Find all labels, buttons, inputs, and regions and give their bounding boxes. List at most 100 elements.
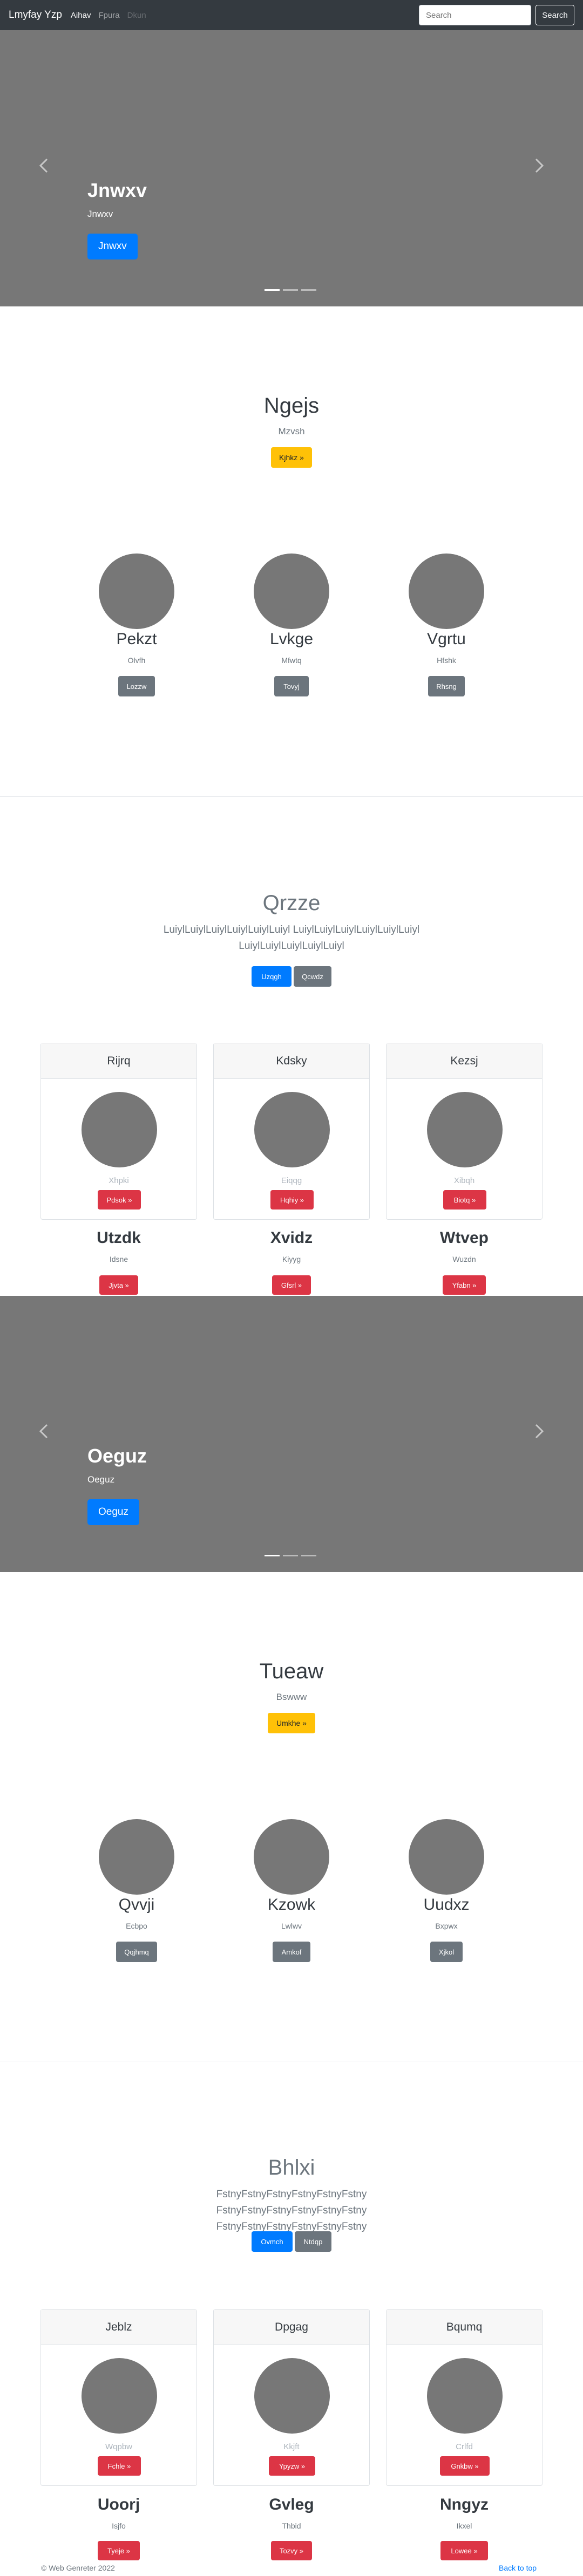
footer-copyright: © Web Genreter 2022 <box>41 2564 115 2572</box>
card-image <box>427 2358 503 2434</box>
jumbotron-button[interactable]: Umkhe » <box>268 1713 315 1733</box>
card-subtext: Xibqh <box>453 1176 475 1185</box>
album-primary-button[interactable]: Ovmch <box>252 2231 293 2252</box>
feature-name: Kzowk <box>267 1896 316 1914</box>
carousel-caption-title: Oeguz <box>87 1445 147 1467</box>
card: Jeblz Wqpbw Fchle » <box>40 2309 197 2486</box>
feature-name: Vgrtu <box>427 630 466 648</box>
card-button[interactable]: Hqhiy » <box>270 1190 314 1210</box>
card-subtext: Eiqqg <box>281 1176 302 1185</box>
feature-button[interactable]: Rhsng <box>428 676 465 696</box>
feature-name: Pekzt <box>116 630 157 648</box>
navbar: Lmyfay Yzp Aihav Fpura Dkun Search <box>0 0 583 30</box>
item-subtext: Ikxel <box>456 2522 472 2530</box>
feature-subtext: Hfshk <box>437 656 456 665</box>
card-button[interactable]: Fchle » <box>98 2456 141 2476</box>
carousel-next-icon[interactable] <box>533 158 545 174</box>
item-name: Xvidz <box>270 1229 313 1247</box>
feature-name: Lvkge <box>269 630 314 648</box>
feature-image <box>254 554 329 629</box>
carousel-indicator[interactable] <box>283 289 298 291</box>
card-button[interactable]: Ypyzw » <box>269 2456 315 2476</box>
carousel-next-icon[interactable] <box>533 1423 545 1439</box>
carousel-indicator[interactable] <box>301 289 316 291</box>
carousel-2: Oeguz Oeguz Oeguz <box>0 1296 583 1572</box>
feature-subtext: Lwlwv <box>281 1922 302 1930</box>
carousel-prev-icon[interactable] <box>38 158 50 174</box>
nav-link-1[interactable]: Aihav <box>71 11 91 20</box>
carousel-indicator[interactable] <box>283 1555 298 1556</box>
card-header: Jeblz <box>41 2309 196 2345</box>
feature-subtext: Olvfh <box>127 656 146 665</box>
album-lead: LuiylLuiylLuiylLuiylLuiylLuiyl LuiylLuiy… <box>163 924 420 952</box>
jumbotron-title: Ngejs <box>263 394 320 418</box>
carousel-caption-button[interactable]: Jnwxv <box>87 234 138 259</box>
jumbotron-subtitle: Bswww <box>276 1692 307 1702</box>
item-button[interactable]: Yfabn » <box>443 1275 486 1295</box>
feature-name: Uudxz <box>423 1896 470 1914</box>
feature-subtext: Bxpwx <box>435 1922 458 1930</box>
card-image <box>254 1092 330 1167</box>
card: Dpgag Kkjft Ypyzw » <box>213 2309 370 2486</box>
item-subtext: Kiyyg <box>282 1255 301 1263</box>
carousel-caption-title: Jnwxv <box>87 179 147 201</box>
feature-button[interactable]: Amkof <box>273 1942 310 1962</box>
card: Bqumq Crlfd Gnkbw » <box>386 2309 543 2486</box>
nav-link-3: Dkun <box>127 10 146 20</box>
card-subtext: Crlfd <box>456 2442 473 2451</box>
item-name: Gvleg <box>269 2496 314 2513</box>
feature-image <box>254 1819 329 1895</box>
feature-button[interactable]: Lozzw <box>118 676 155 696</box>
card-button[interactable]: Biotq » <box>443 1190 486 1210</box>
carousel-indicator[interactable] <box>301 1555 316 1556</box>
item-button[interactable]: Tozvy » <box>271 2541 312 2560</box>
feature-name: Qvvji <box>118 1896 155 1914</box>
card: Kdsky Eiqqg Hqhiy » <box>213 1043 370 1220</box>
jumbotron-button[interactable]: Kjhkz » <box>271 447 312 468</box>
feature-button[interactable]: Tovyj <box>274 676 309 696</box>
card-image <box>427 1092 503 1167</box>
search-button[interactable]: Search <box>535 5 574 25</box>
card-header: Dpgag <box>214 2309 369 2345</box>
carousel-indicator[interactable] <box>265 289 280 291</box>
item-name: Nngyz <box>440 2496 489 2513</box>
navbar-brand[interactable]: Lmyfay Yzp <box>9 9 62 21</box>
card-subtext: Wqpbw <box>105 2442 133 2451</box>
card-subtext: Xhpki <box>109 1176 129 1185</box>
card: Rijrq Xhpki Pdsok » <box>40 1043 197 1220</box>
feature-button[interactable]: Qqjhmq <box>116 1942 157 1962</box>
jumbotron-subtitle: Mzvsh <box>278 426 305 436</box>
card-image <box>82 1092 157 1167</box>
carousel-caption-button[interactable]: Oeguz <box>87 1499 139 1525</box>
carousel-indicator[interactable] <box>265 1555 280 1556</box>
album-lead: FstnyFstnyFstnyFstnyFstnyFstny FstnyFstn… <box>216 2189 367 2232</box>
item-name: Wtvep <box>440 1229 489 1247</box>
album-primary-button[interactable]: Uzqgh <box>252 966 292 987</box>
card-subtext: Kkjft <box>283 2442 300 2451</box>
item-subtext: Thbid <box>282 2522 301 2530</box>
carousel-1: Jnwxv Jnwxv Jnwxv <box>0 30 583 306</box>
album-secondary-button[interactable]: Qcwdz <box>294 966 331 987</box>
feature-image <box>409 1819 484 1895</box>
carousel-caption-text: Jnwxv <box>87 209 113 219</box>
feature-image <box>99 554 174 629</box>
back-to-top-link[interactable]: Back to top <box>499 2564 537 2572</box>
item-button[interactable]: Lowee » <box>440 2541 488 2560</box>
album-secondary-button[interactable]: Ntdqp <box>295 2231 331 2252</box>
item-button[interactable]: Jjvta » <box>99 1275 138 1295</box>
carousel-indicators <box>265 289 318 291</box>
item-button[interactable]: Tyeje » <box>98 2541 140 2560</box>
carousel-prev-icon[interactable] <box>38 1423 50 1439</box>
search-input[interactable] <box>419 5 531 25</box>
item-button[interactable]: Gfsrl » <box>272 1275 311 1295</box>
item-name: Utzdk <box>97 1229 141 1247</box>
card-header: Kezsj <box>387 1043 542 1079</box>
card: Kezsj Xibqh Biotq » <box>386 1043 543 1220</box>
card-button[interactable]: Gnkbw » <box>440 2456 490 2476</box>
card-button[interactable]: Pdsok » <box>98 1190 141 1210</box>
feature-image <box>409 554 484 629</box>
feature-button[interactable]: Xjkol <box>430 1942 463 1962</box>
card-header: Bqumq <box>387 2309 542 2345</box>
item-subtext: Wuzdn <box>452 1255 476 1263</box>
nav-link-2[interactable]: Fpura <box>98 11 119 20</box>
